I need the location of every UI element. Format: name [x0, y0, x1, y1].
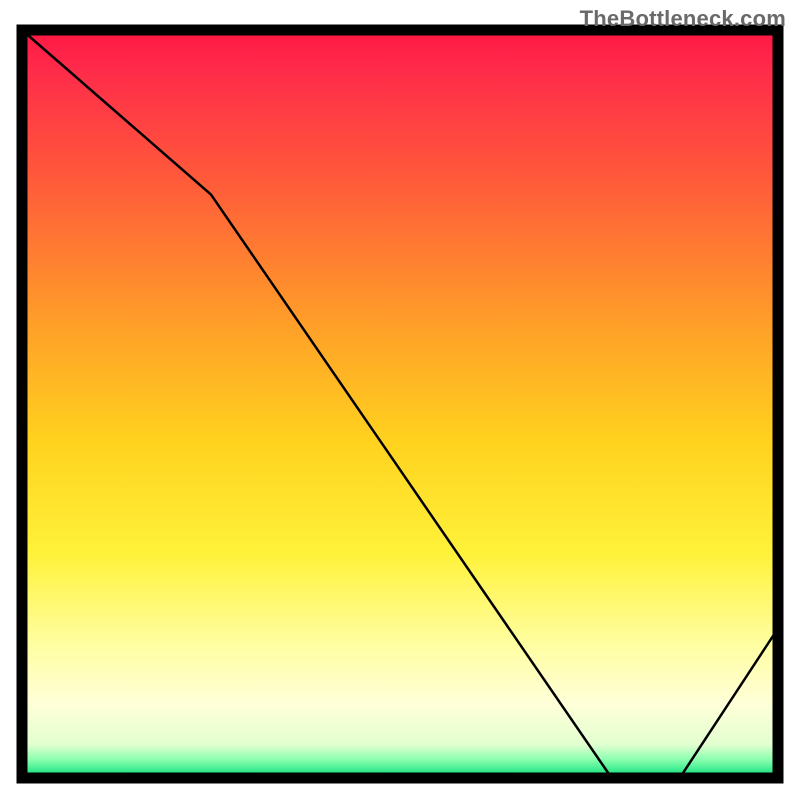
watermark-label: TheBottleneck.com — [580, 6, 786, 32]
plot-background — [22, 30, 778, 778]
bottleneck-chart — [0, 0, 800, 800]
chart-container: TheBottleneck.com — [0, 0, 800, 800]
